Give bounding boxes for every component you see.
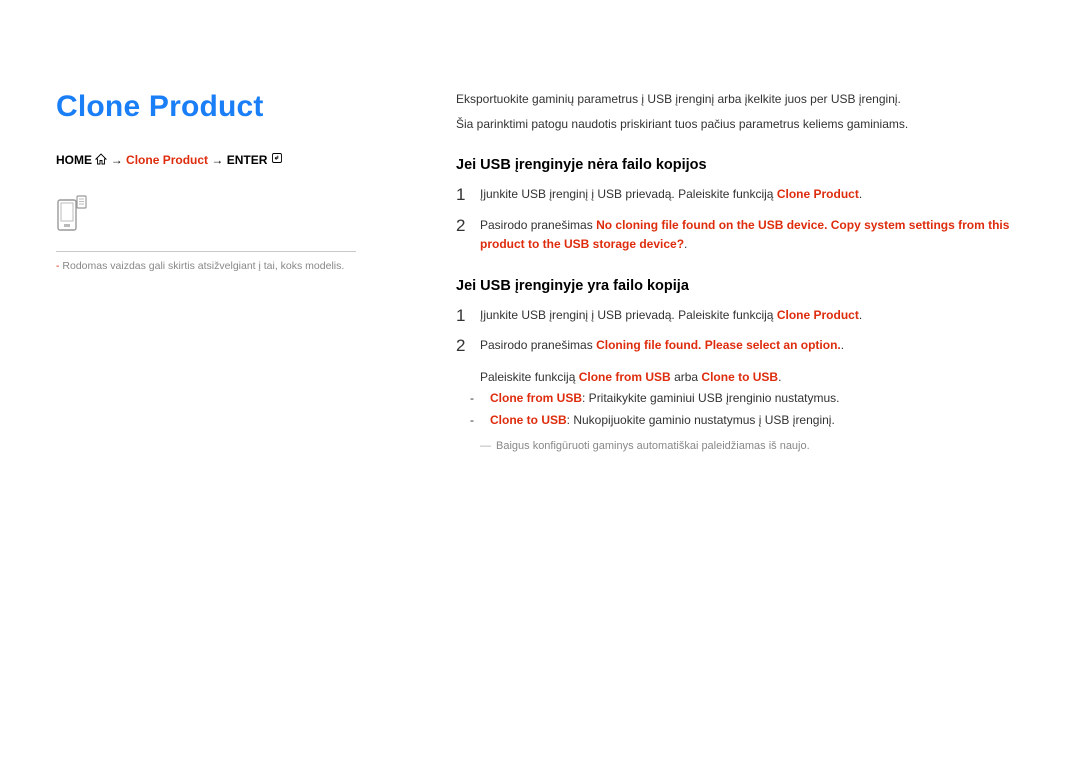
breadcrumb-enter: ENTER — [227, 153, 268, 167]
device-icon — [56, 194, 396, 241]
clone-from-usb-label: Clone from USB — [490, 391, 582, 405]
text: Pasirodo pranešimas — [480, 218, 596, 232]
caption-text: Rodomas vaizdas gali skirtis atsižvelgia… — [62, 260, 344, 272]
step: 2 Pasirodo pranešimas Cloning file found… — [456, 336, 1024, 356]
caption: - Rodomas vaizdas gali skirtis atsižvelg… — [56, 260, 396, 272]
clone-product-label: Clone Product — [777, 308, 859, 322]
step: 1 Įjunkite USB įrenginį į USB prievadą. … — [456, 185, 1024, 205]
sublist-intro: Paleiskite funkciją Clone from USB arba … — [480, 367, 1024, 389]
breadcrumb-home: HOME — [56, 153, 92, 167]
clone-from-usb-label: Clone from USB — [579, 370, 671, 384]
step-body: Įjunkite USB įrenginį į USB prievadą. Pa… — [480, 306, 862, 325]
step-number: 2 — [456, 216, 480, 236]
clone-to-usb-label: Clone to USB — [490, 413, 567, 427]
step-number: 1 — [456, 306, 480, 326]
text: Įjunkite USB įrenginį į USB prievadą. Pa… — [480, 187, 777, 201]
step-body: Įjunkite USB įrenginį į USB prievadą. Pa… — [480, 185, 862, 204]
text: arba — [671, 370, 702, 384]
arrow-icon: → — [111, 153, 123, 167]
message-text: Cloning file found. Please select an opt… — [596, 338, 841, 352]
text: Įjunkite USB įrenginį į USB prievadą. Pa… — [480, 308, 777, 322]
sublist: Paleiskite funkciją Clone from USB arba … — [480, 367, 1024, 432]
text: Paleiskite funkciją — [480, 370, 579, 384]
intro-line-2: Šia parinktimi patogu naudotis priskiria… — [456, 115, 1024, 134]
breadcrumb: HOME → Clone Product → ENTER — [56, 152, 396, 168]
clone-to-usb-label: Clone to USB — [701, 370, 778, 384]
page-title: Clone Product — [56, 90, 396, 124]
text: . — [841, 338, 844, 352]
footnote: Baigus konfigūruoti gaminys automatiškai… — [480, 438, 1024, 456]
step-number: 1 — [456, 185, 480, 205]
arrow-icon: → — [211, 153, 223, 167]
list-item: - Clone from USB: Pritaikykite gaminiui … — [480, 388, 1024, 410]
text: Pasirodo pranešimas — [480, 338, 596, 352]
clone-product-label: Clone Product — [777, 187, 859, 201]
text: . — [778, 370, 781, 384]
text: . — [859, 308, 862, 322]
section-heading-has-file: Jei USB įrenginyje yra failo kopija — [456, 278, 1024, 294]
step-number: 2 — [456, 336, 480, 356]
home-icon — [95, 153, 107, 168]
text: : Nukopijuokite gaminio nustatymus į USB… — [567, 413, 835, 427]
text: . — [859, 187, 862, 201]
text: . — [684, 237, 687, 251]
dash-icon: - — [480, 388, 490, 410]
list-item: - Clone to USB: Nukopijuokite gaminio nu… — [480, 410, 1024, 432]
step: 1 Įjunkite USB įrenginį į USB prievadą. … — [456, 306, 1024, 326]
dash-icon: - — [480, 410, 490, 432]
section-heading-no-file: Jei USB įrenginyje nėra failo kopijos — [456, 157, 1024, 173]
enter-icon — [271, 153, 283, 167]
step-body: Pasirodo pranešimas Cloning file found. … — [480, 336, 844, 355]
divider — [56, 251, 356, 252]
breadcrumb-clone: Clone Product — [126, 153, 208, 167]
step: 2 Pasirodo pranešimas No cloning file fo… — [456, 216, 1024, 254]
text: : Pritaikykite gaminiui USB įrenginio nu… — [582, 391, 839, 405]
step-body: Pasirodo pranešimas No cloning file foun… — [480, 216, 1024, 254]
intro-line-1: Eksportuokite gaminių parametrus į USB į… — [456, 90, 1024, 109]
